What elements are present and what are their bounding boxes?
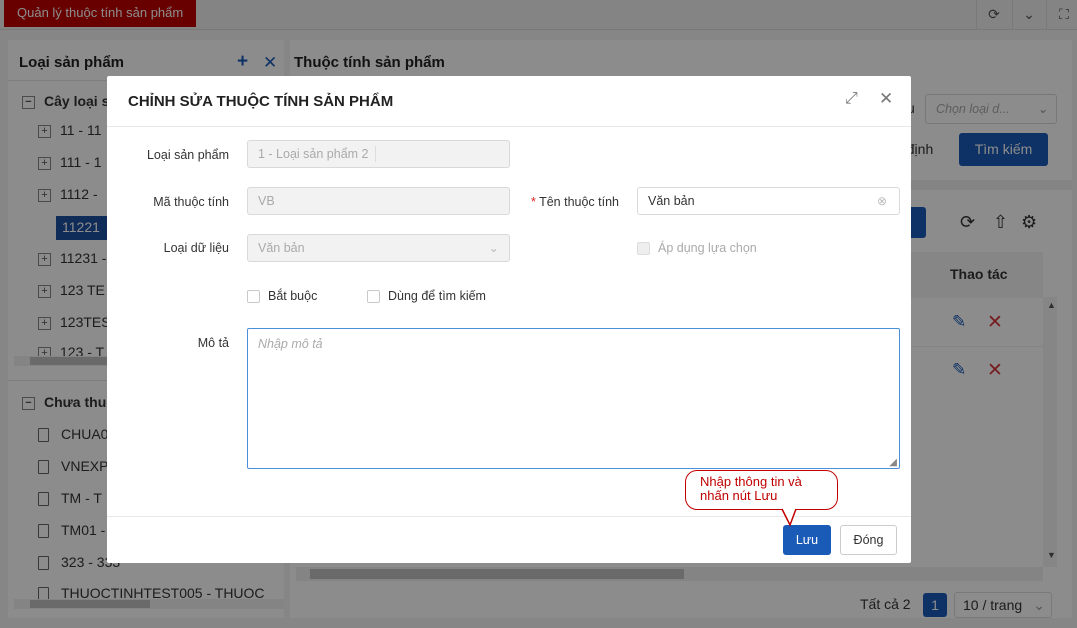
searchable-checkbox[interactable]: Dùng để tìm kiếm bbox=[367, 289, 486, 304]
data-type-value: Văn bản bbox=[258, 241, 305, 255]
required-checkbox[interactable]: Bắt buộc bbox=[247, 289, 318, 304]
product-type-label: Loại sản phẩm bbox=[146, 148, 229, 162]
apply-option-checkbox: Áp dụng lựa chọn bbox=[637, 241, 757, 256]
close-icon[interactable]: ✕ bbox=[879, 89, 893, 109]
save-button[interactable]: Lưu bbox=[783, 525, 831, 555]
attribute-name-label-text: Tên thuộc tính bbox=[539, 195, 619, 209]
data-type-label: Loại dữ liệu bbox=[163, 241, 229, 255]
checkbox-box bbox=[637, 242, 650, 256]
attribute-code-field: VB bbox=[247, 187, 510, 215]
attribute-name-label: * Tên thuộc tính bbox=[519, 195, 619, 209]
data-type-select: Văn bản ⌄ bbox=[247, 234, 510, 262]
checkbox-box[interactable] bbox=[367, 290, 380, 304]
searchable-label: Dùng để tìm kiếm bbox=[388, 289, 486, 303]
attribute-name-value: Văn bản bbox=[648, 194, 695, 208]
product-type-tag: 1 - Loại sản phẩm 2 bbox=[258, 146, 376, 162]
description-textarea[interactable]: Nhập mô tả ◢ bbox=[247, 328, 900, 469]
resize-handle-icon[interactable]: ◢ bbox=[889, 457, 897, 468]
required-label: Bắt buộc bbox=[268, 289, 318, 303]
checkbox-box[interactable] bbox=[247, 290, 260, 304]
attribute-name-input[interactable]: Văn bản ⊗ bbox=[637, 187, 900, 215]
attribute-code-label: Mã thuộc tính bbox=[153, 195, 229, 209]
modal-header-divider bbox=[107, 126, 911, 127]
required-marker: * bbox=[530, 195, 536, 209]
description-placeholder: Nhập mô tả bbox=[258, 337, 323, 351]
chevron-down-icon: ⌄ bbox=[488, 241, 499, 255]
instruction-callout: Nhập thông tin và nhấn nút Lưu bbox=[685, 470, 838, 510]
product-type-field: 1 - Loại sản phẩm 2 bbox=[247, 140, 510, 168]
maximize-icon[interactable]: ⤢ bbox=[845, 90, 858, 108]
clear-icon[interactable]: ⊗ bbox=[877, 188, 887, 214]
apply-option-label: Áp dụng lựa chọn bbox=[658, 241, 757, 255]
modal-title: CHỈNH SỬA THUỘC TÍNH SẢN PHẨM bbox=[128, 93, 394, 110]
callout-pointer bbox=[781, 508, 797, 527]
description-label: Mô tả bbox=[197, 336, 229, 350]
close-button[interactable]: Đóng bbox=[840, 525, 897, 555]
